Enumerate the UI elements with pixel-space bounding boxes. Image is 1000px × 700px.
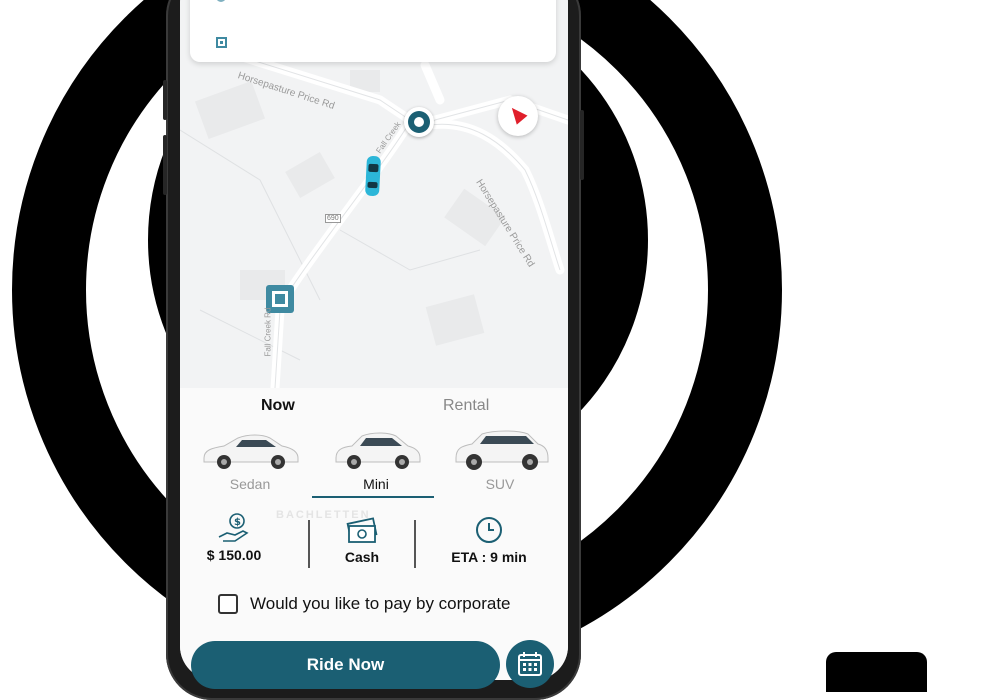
address-card[interactable] <box>190 0 556 62</box>
calendar-icon <box>518 652 542 676</box>
vehicle-option-suv[interactable]: SUV <box>440 430 560 510</box>
phone-side-button <box>580 110 584 180</box>
vehicle-option-mini[interactable]: Mini <box>316 432 436 510</box>
ride-now-button[interactable]: Ride Now <box>191 641 500 689</box>
eta-text: ETA : 9 min <box>451 549 527 565</box>
drop-square-icon <box>216 37 227 48</box>
suv-car-icon <box>455 430 549 470</box>
sedan-car-icon <box>203 434 299 469</box>
pickup-dot-icon <box>216 0 226 2</box>
car-location-icon <box>364 155 382 197</box>
svg-text:$: $ <box>234 517 241 528</box>
road-shield: 690 <box>325 214 341 223</box>
mini-car-icon <box>335 432 421 469</box>
corporate-checkbox[interactable] <box>218 594 238 614</box>
phone-screen <box>180 0 568 680</box>
compass-icon[interactable] <box>498 96 538 136</box>
clock-icon <box>476 517 502 543</box>
road-label: Fall Creek Rd <box>263 307 273 357</box>
schedule-button[interactable] <box>506 640 554 688</box>
fare-amount: $ 150.00 <box>206 547 262 563</box>
phone-side-button <box>163 80 167 120</box>
corporate-option[interactable]: Would you like to pay by corporate <box>218 591 511 617</box>
tab-rental[interactable]: Rental <box>443 397 489 415</box>
vehicle-label: Mini <box>363 476 389 492</box>
info-divider <box>414 520 416 568</box>
info-divider <box>308 520 310 568</box>
vehicle-selected-indicator <box>312 496 434 498</box>
corporate-label: Would you like to pay by corporate <box>250 594 511 613</box>
payment-info[interactable]: Cash <box>337 515 387 565</box>
vehicle-label: Sedan <box>229 476 271 492</box>
eta-info: ETA : 9 min <box>447 515 531 565</box>
vehicle-label: SUV <box>485 476 515 492</box>
tab-now[interactable]: Now <box>261 397 295 415</box>
cash-icon <box>346 517 378 543</box>
phone-side-button <box>163 135 167 195</box>
pickup-location-icon <box>404 107 434 137</box>
payment-method: Cash <box>344 549 380 565</box>
money-hand-icon: $ <box>218 513 249 542</box>
vehicle-option-sedan[interactable]: Sedan <box>190 434 310 510</box>
background-block <box>826 652 927 692</box>
fare-info: $ $ 150.00 <box>198 513 270 563</box>
